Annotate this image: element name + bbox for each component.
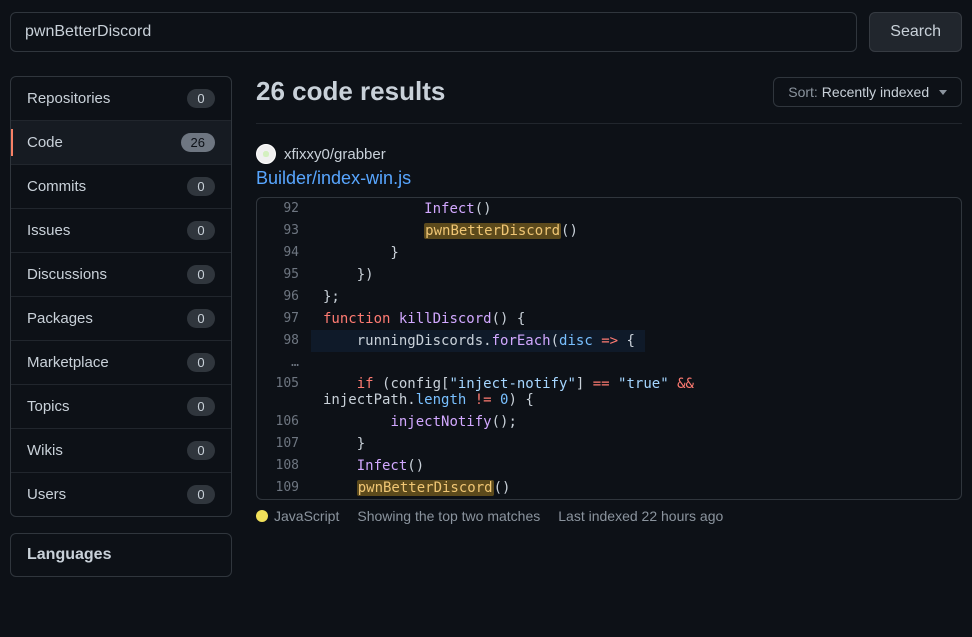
sort-button[interactable]: Sort: Recently indexed xyxy=(773,77,962,107)
count-badge: 0 xyxy=(187,353,215,372)
sidebar-item-label: Commits xyxy=(27,178,86,195)
line-number: 96 xyxy=(257,286,311,308)
count-badge: 0 xyxy=(187,221,215,240)
sort-value: Recently indexed xyxy=(822,84,929,100)
sidebar: Repositories 0 Code 26 Commits 0 Issues … xyxy=(10,76,232,593)
code-content: function killDiscord() { xyxy=(311,308,535,330)
code-snippet[interactable]: 92 Infect() 93 pwnBetterDiscord() 94 } 9… xyxy=(256,197,962,500)
search-highlight: pwnBetterDiscord xyxy=(357,480,494,496)
search-highlight: pwnBetterDiscord xyxy=(424,223,561,239)
sidebar-item-code[interactable]: Code 26 xyxy=(11,121,231,165)
line-number: 97 xyxy=(257,308,311,330)
matches-text: Showing the top two matches xyxy=(357,508,540,524)
sidebar-item-wikis[interactable]: Wikis 0 xyxy=(11,429,231,473)
code-content: } xyxy=(311,242,409,264)
results-title: 26 code results xyxy=(256,76,445,107)
repo-name: grabber xyxy=(334,146,386,163)
avatar xyxy=(256,144,276,164)
language-indicator: JavaScript xyxy=(256,508,339,524)
code-content: Infect() xyxy=(311,198,502,220)
sidebar-item-label: Code xyxy=(27,134,63,151)
line-number: 108 xyxy=(257,455,311,477)
repo-path[interactable]: xfixxy0/grabber xyxy=(284,146,386,163)
sidebar-item-commits[interactable]: Commits 0 xyxy=(11,165,231,209)
sidebar-item-label: Marketplace xyxy=(27,354,109,371)
indexed-text: Last indexed 22 hours ago xyxy=(558,508,723,524)
line-number: … xyxy=(257,352,311,373)
code-content: if (config["inject-notify"] == "true" &&… xyxy=(311,373,704,411)
language-name: JavaScript xyxy=(274,508,339,524)
code-content: pwnBetterDiscord() xyxy=(311,477,520,499)
count-badge: 0 xyxy=(187,397,215,416)
language-dot-icon xyxy=(256,510,268,522)
sidebar-item-discussions[interactable]: Discussions 0 xyxy=(11,253,231,297)
file-link[interactable]: Builder/index-win.js xyxy=(256,168,962,189)
line-number: 92 xyxy=(257,198,311,220)
sidebar-item-label: Wikis xyxy=(27,442,63,459)
line-number: 106 xyxy=(257,411,311,433)
sidebar-item-label: Packages xyxy=(27,310,93,327)
sidebar-item-repositories[interactable]: Repositories 0 xyxy=(11,77,231,121)
count-badge: 0 xyxy=(187,265,215,284)
line-number: 98 xyxy=(257,330,311,352)
count-badge: 0 xyxy=(187,89,215,108)
sidebar-item-issues[interactable]: Issues 0 xyxy=(11,209,231,253)
code-content: } xyxy=(311,433,375,455)
sidebar-item-label: Users xyxy=(27,486,66,503)
results-panel: 26 code results Sort: Recently indexed x… xyxy=(256,76,962,593)
sidebar-item-packages[interactable]: Packages 0 xyxy=(11,297,231,341)
code-content: runningDiscords.forEach(disc => { xyxy=(311,330,645,352)
line-number: 93 xyxy=(257,220,311,242)
line-number: 109 xyxy=(257,477,311,499)
sidebar-item-label: Issues xyxy=(27,222,70,239)
sidebar-item-marketplace[interactable]: Marketplace 0 xyxy=(11,341,231,385)
count-badge: 26 xyxy=(181,133,215,152)
sidebar-item-label: Repositories xyxy=(27,90,110,107)
sidebar-item-topics[interactable]: Topics 0 xyxy=(11,385,231,429)
count-badge: 0 xyxy=(187,177,215,196)
count-badge: 0 xyxy=(187,485,215,504)
languages-heading: Languages xyxy=(11,534,231,576)
line-number: 94 xyxy=(257,242,311,264)
code-content: Infect() xyxy=(311,455,434,477)
line-number: 95 xyxy=(257,264,311,286)
sidebar-item-users[interactable]: Users 0 xyxy=(11,473,231,516)
sidebar-item-label: Discussions xyxy=(27,266,107,283)
search-input[interactable] xyxy=(10,12,857,52)
count-badge: 0 xyxy=(187,441,215,460)
repo-owner: xfixxy0 xyxy=(284,146,330,163)
sidebar-item-label: Topics xyxy=(27,398,70,415)
sort-label: Sort: xyxy=(788,84,818,100)
line-number: 105 xyxy=(257,373,311,411)
code-result: xfixxy0/grabber Builder/index-win.js 92 … xyxy=(256,144,962,532)
line-number: 107 xyxy=(257,433,311,455)
search-button[interactable]: Search xyxy=(869,12,962,52)
code-content: }) xyxy=(311,264,384,286)
collapsed-indicator xyxy=(311,352,333,373)
count-badge: 0 xyxy=(187,309,215,328)
code-content: pwnBetterDiscord() xyxy=(311,220,588,242)
code-content: }; xyxy=(311,286,350,308)
code-content: injectNotify(); xyxy=(311,411,527,433)
caret-down-icon xyxy=(939,90,947,95)
